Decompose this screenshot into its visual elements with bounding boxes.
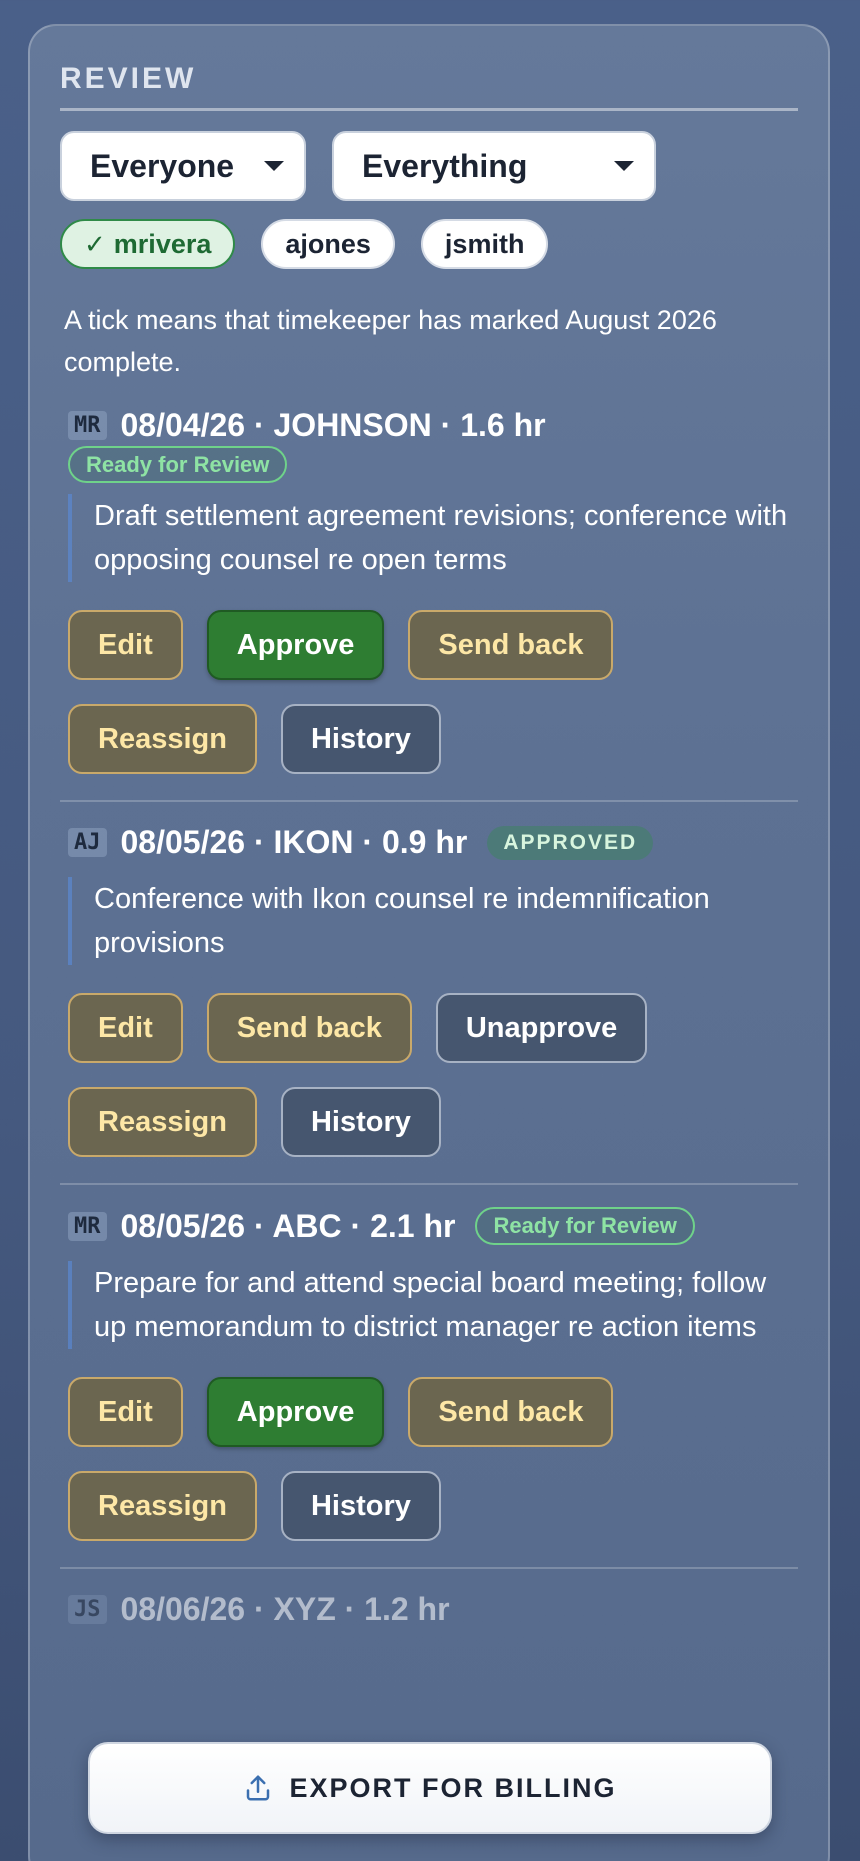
entry-header: MR 08/05/26 · ABC · 2.1 hr Ready for Rev… xyxy=(60,1207,798,1245)
approve-button[interactable]: Approve xyxy=(206,1377,385,1447)
entry-title: 08/04/26 · JOHNSON · 1.6 hr xyxy=(120,407,546,443)
scope-filter-select[interactable]: Everything xyxy=(332,131,656,201)
entry-header: AJ 08/05/26 · IKON · 0.9 hr APPROVED xyxy=(60,824,798,861)
history-button[interactable]: History xyxy=(280,1087,441,1157)
timekeeper-initials: AJ xyxy=(68,828,107,857)
entry-actions: Edit Approve Send back Reassign History xyxy=(60,1377,798,1541)
reassign-button[interactable]: Reassign xyxy=(68,1087,257,1157)
timekeeper-chip-label: ajones xyxy=(285,228,371,259)
entry-description: Prepare for and attend special board mee… xyxy=(68,1261,798,1349)
entry-description: Conference with Ikon counsel re indemnif… xyxy=(68,877,798,965)
unapprove-button[interactable]: Unapprove xyxy=(435,993,648,1063)
upload-icon xyxy=(247,1775,270,1801)
section-title: REVIEW xyxy=(60,62,798,111)
entry-title: 08/05/26 · ABC · 2.1 hr xyxy=(120,1207,456,1244)
send-back-button[interactable]: Send back xyxy=(408,610,614,680)
reassign-button[interactable]: Reassign xyxy=(68,704,257,774)
scope-filter-value: Everything xyxy=(362,147,528,184)
history-button[interactable]: History xyxy=(280,704,441,774)
timekeeper-chip-label: jsmith xyxy=(444,228,525,259)
entry-header: MR 08/04/26 · JOHNSON · 1.6 hr Ready for… xyxy=(60,407,798,483)
check-icon: ✓ xyxy=(84,228,106,259)
timekeeper-chip-mrivera[interactable]: ✓ mrivera xyxy=(60,219,236,269)
entry-badge-row: Ready for Review xyxy=(68,446,798,483)
person-filter-value: Everyone xyxy=(90,147,235,184)
person-filter-select[interactable]: Everyone xyxy=(60,131,306,201)
completion-note: A tick means that timekeeper has marked … xyxy=(64,305,717,377)
export-for-billing-button[interactable]: EXPORT FOR BILLING xyxy=(88,1742,772,1834)
entry-title: 08/05/26 · IKON · 0.9 hr xyxy=(120,824,468,860)
edit-button[interactable]: Edit xyxy=(68,993,183,1063)
timekeeper-chip-ajones[interactable]: ajones xyxy=(261,219,395,269)
entry-header: JS 08/06/26 · XYZ · 1.2 hr xyxy=(60,1591,798,1628)
time-entry: MR 08/04/26 · JOHNSON · 1.6 hr Ready for… xyxy=(60,383,798,802)
entry-actions: Edit Send back Unapprove Reassign Histor… xyxy=(60,993,798,1157)
status-badge: APPROVED xyxy=(487,825,654,860)
timekeeper-initials: MR xyxy=(68,411,107,440)
chevron-down-icon xyxy=(614,161,634,171)
review-panel: REVIEW Everyone Everything ✓ mrivera ajo… xyxy=(28,24,830,1861)
timekeeper-initials: MR xyxy=(68,1211,107,1241)
entry-actions: Edit Approve Send back Reassign History xyxy=(60,610,798,774)
export-label: EXPORT FOR BILLING xyxy=(289,1772,617,1803)
timekeeper-chip-label: mrivera xyxy=(113,228,212,259)
send-back-button[interactable]: Send back xyxy=(408,1377,614,1447)
entry-title: 08/06/26 · XYZ · 1.2 hr xyxy=(120,1591,450,1627)
time-entry: JS 08/06/26 · XYZ · 1.2 hr xyxy=(60,1569,798,1654)
reassign-button[interactable]: Reassign xyxy=(68,1471,257,1541)
time-entry: AJ 08/05/26 · IKON · 0.9 hr APPROVED Con… xyxy=(60,802,798,1185)
edit-button[interactable]: Edit xyxy=(68,1377,183,1447)
timekeeper-initials: JS xyxy=(68,1595,107,1624)
time-entry: MR 08/05/26 · ABC · 2.1 hr Ready for Rev… xyxy=(60,1185,798,1569)
send-back-button[interactable]: Send back xyxy=(206,993,412,1063)
history-button[interactable]: History xyxy=(280,1471,441,1541)
entry-description: Draft settlement agreement revisions; co… xyxy=(68,494,798,582)
chevron-down-icon xyxy=(264,161,284,171)
timekeeper-chip-jsmith[interactable]: jsmith xyxy=(420,219,549,269)
edit-button[interactable]: Edit xyxy=(68,610,183,680)
filter-row: Everyone Everything xyxy=(60,131,798,201)
timekeeper-chips: ✓ mrivera ajones jsmith xyxy=(60,219,798,269)
status-badge: Ready for Review xyxy=(475,1207,695,1245)
review-content: REVIEW Everyone Everything ✓ mrivera ajo… xyxy=(60,26,798,1654)
approve-button[interactable]: Approve xyxy=(206,610,385,680)
status-badge: Ready for Review xyxy=(68,446,288,483)
